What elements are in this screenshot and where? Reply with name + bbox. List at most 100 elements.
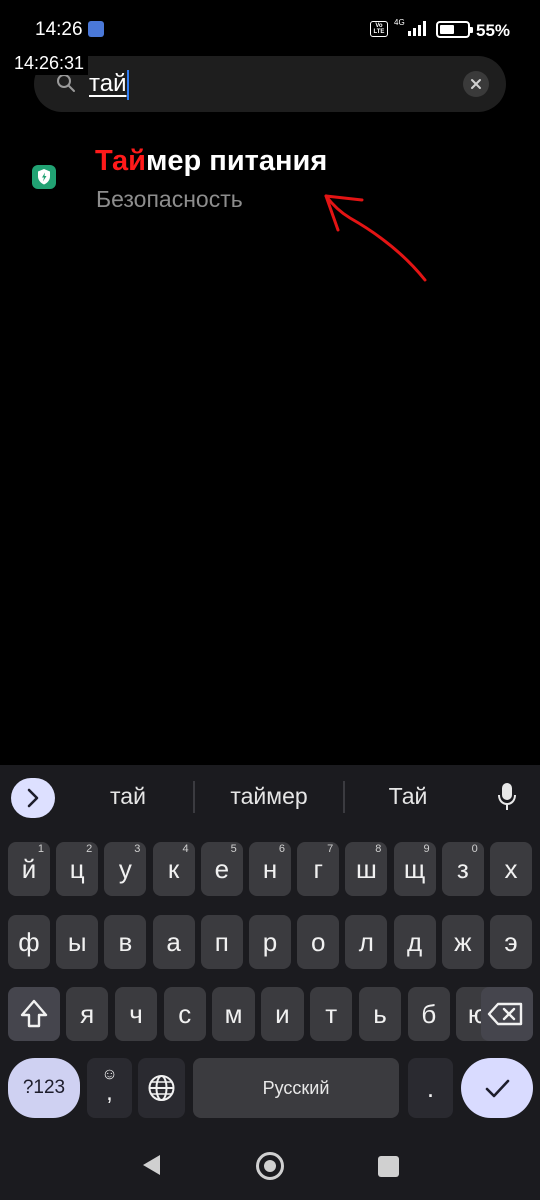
key-label: ж xyxy=(454,927,472,957)
key-row1-0[interactable]: й1 xyxy=(8,842,50,896)
result-title-rest: мер питания xyxy=(145,145,328,177)
key-row2-4[interactable]: п xyxy=(200,915,243,969)
key-label: т xyxy=(325,999,338,1029)
key-label: м xyxy=(224,999,243,1029)
battery-percent: 55% xyxy=(476,21,511,40)
suggestion-3[interactable]: Тай xyxy=(348,783,468,813)
suggestion-1[interactable]: тай xyxy=(68,783,188,813)
text-caret xyxy=(127,69,130,100)
key-hint: 5 xyxy=(230,843,237,855)
clear-search-button[interactable] xyxy=(463,71,489,97)
key-label: б xyxy=(421,999,437,1029)
key-label: ы xyxy=(67,927,87,957)
key-hint: 3 xyxy=(134,843,141,855)
search-bar[interactable]: тай xyxy=(34,56,506,112)
back-icon[interactable] xyxy=(140,1153,162,1177)
key-row2-6[interactable]: о xyxy=(297,915,340,969)
key-row1-1[interactable]: ц2 xyxy=(56,842,99,896)
enter-key[interactable] xyxy=(461,1058,533,1118)
key-label: э xyxy=(504,927,518,957)
home-icon[interactable] xyxy=(256,1152,284,1180)
key-row3-3[interactable]: м xyxy=(212,987,255,1041)
shift-key[interactable] xyxy=(8,987,60,1041)
key-row2-9[interactable]: ж xyxy=(441,915,484,969)
key-label: а xyxy=(166,927,181,957)
network-type-label: 4G xyxy=(394,18,405,27)
key-row2-8[interactable]: д xyxy=(393,915,436,969)
key-hint: 4 xyxy=(182,843,189,855)
language-key[interactable] xyxy=(138,1058,185,1118)
key-hint: 9 xyxy=(423,843,430,855)
key-label: ф xyxy=(18,927,40,957)
recent-apps-icon[interactable] xyxy=(378,1156,399,1177)
search-input[interactable]: тай xyxy=(89,66,130,102)
volte-icon: Vo LTE xyxy=(370,21,388,37)
key-row2-3[interactable]: а xyxy=(152,915,195,969)
clock-overlay: 14:26:31 xyxy=(10,52,89,75)
key-row1-2[interactable]: у3 xyxy=(104,842,147,896)
key-row2-1[interactable]: ы xyxy=(56,915,99,969)
key-label: и xyxy=(275,999,290,1029)
key-label: р xyxy=(262,927,278,957)
key-hint: 2 xyxy=(86,843,93,855)
key-label: щ xyxy=(403,854,426,884)
key-row1-10[interactable]: х xyxy=(490,842,532,896)
key-row1-4[interactable]: е5 xyxy=(200,842,243,896)
key-row1-6[interactable]: г7 xyxy=(297,842,340,896)
backspace-icon xyxy=(487,1002,523,1026)
annotation-arrow-icon xyxy=(324,194,427,282)
key-label: е xyxy=(214,854,230,884)
key-label: я xyxy=(80,999,95,1029)
search-query: тай xyxy=(89,70,127,97)
microphone-icon[interactable] xyxy=(495,781,519,813)
key-row3-1[interactable]: ч xyxy=(114,987,158,1041)
key-row1-8[interactable]: щ9 xyxy=(393,842,436,896)
key-row1-5[interactable]: н6 xyxy=(249,842,291,896)
key-label: й xyxy=(21,854,37,884)
globe-icon xyxy=(148,1075,175,1101)
key-row3-5[interactable]: т xyxy=(310,987,353,1041)
backspace-key[interactable] xyxy=(481,987,533,1041)
key-row3-2[interactable]: с xyxy=(163,987,206,1041)
key-label: ш xyxy=(355,854,377,884)
key-row1-3[interactable]: к4 xyxy=(152,842,195,896)
emoji-comma-key[interactable]: ☺ , xyxy=(87,1058,132,1118)
key-hint: 8 xyxy=(375,843,382,855)
symbols-key[interactable]: ?123 xyxy=(8,1058,80,1118)
status-time: 14:26 xyxy=(35,19,83,40)
chevron-right-icon xyxy=(27,788,39,808)
suggestion-divider xyxy=(343,781,345,813)
key-label: л xyxy=(358,927,374,957)
status-bar: 14:26 Vo LTE 4G 55% xyxy=(0,0,540,60)
key-row2-5[interactable]: р xyxy=(249,915,291,969)
key-hint: 1 xyxy=(37,843,44,855)
key-row3-0[interactable]: я xyxy=(66,987,109,1041)
key-hint: 7 xyxy=(327,843,334,855)
key-hint: 0 xyxy=(471,843,478,855)
close-icon xyxy=(471,79,481,89)
key-row1-7[interactable]: ш8 xyxy=(345,842,388,896)
key-label: х xyxy=(504,854,518,884)
space-key[interactable]: Русский xyxy=(193,1058,399,1118)
checkmark-icon xyxy=(485,1079,510,1098)
key-label: ц xyxy=(69,854,85,884)
key-row1-9[interactable]: з0 xyxy=(441,842,484,896)
suggestion-divider xyxy=(193,781,195,813)
key-label: с xyxy=(178,999,192,1029)
comma-label: , xyxy=(106,1079,113,1106)
key-row3-7[interactable]: б xyxy=(407,987,450,1041)
battery-level-fill xyxy=(440,25,454,34)
search-icon xyxy=(57,74,75,92)
key-row2-7[interactable]: л xyxy=(345,915,388,969)
calendar-app-icon xyxy=(88,21,104,37)
suggestion-2[interactable]: таймер xyxy=(198,783,340,813)
period-key[interactable]: . xyxy=(408,1058,453,1118)
key-row3-4[interactable]: и xyxy=(261,987,304,1041)
result-title[interactable]: Таймер питания xyxy=(95,145,327,178)
expand-toolbar-button[interactable] xyxy=(11,778,55,818)
key-row2-10[interactable]: э xyxy=(490,915,532,969)
key-row2-0[interactable]: ф xyxy=(8,915,50,969)
key-row3-6[interactable]: ь xyxy=(358,987,402,1041)
key-label: у xyxy=(118,854,132,884)
key-row2-2[interactable]: в xyxy=(104,915,147,969)
